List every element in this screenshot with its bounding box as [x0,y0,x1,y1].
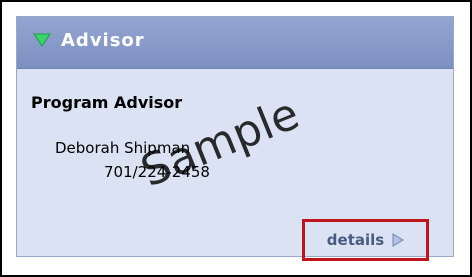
triangle-right-icon[interactable] [392,233,405,247]
pagelet-title: Advisor [61,30,145,51]
triangle-down-icon[interactable] [33,33,51,47]
details-link[interactable]: details [302,219,429,261]
advisor-name: Deborah Shipman [55,139,191,157]
screenshot-frame: Advisor Program Advisor Deborah Shipman … [0,0,472,277]
program-advisor-heading: Program Advisor [31,93,183,112]
details-label[interactable]: details [327,231,384,249]
pagelet-header: Advisor [17,17,453,69]
advisor-phone: 701/224-2458 [104,163,210,181]
advisor-pagelet: Advisor Program Advisor Deborah Shipman … [16,16,454,261]
